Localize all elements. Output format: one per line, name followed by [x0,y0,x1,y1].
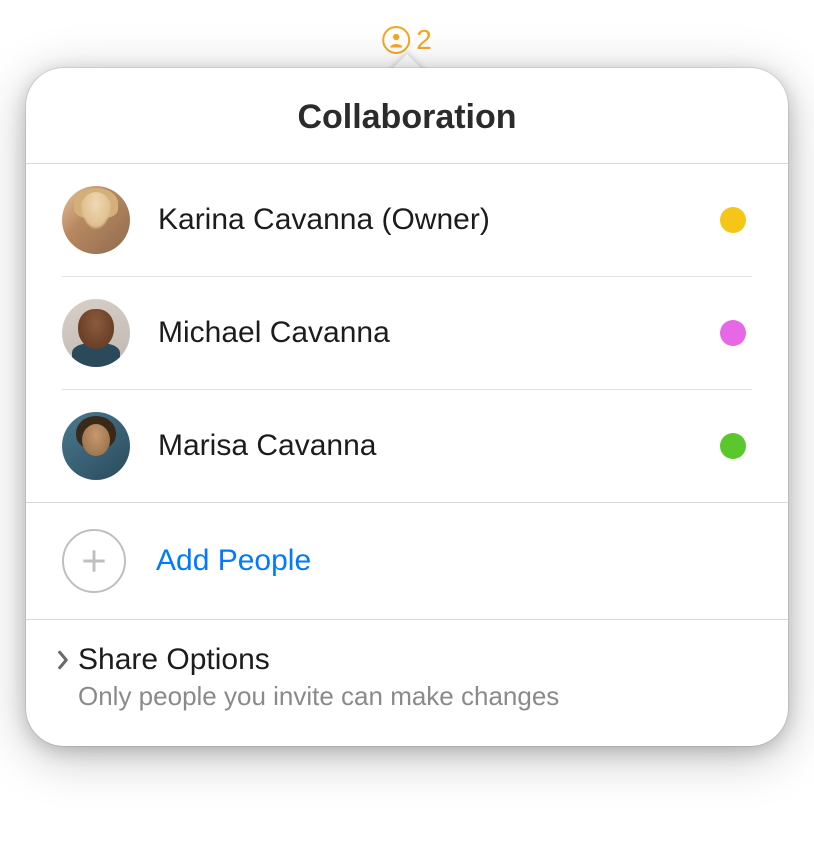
participants-list: Karina Cavanna (Owner) Michael Cavanna M… [26,164,788,502]
add-people-button[interactable]: Add People [26,502,788,620]
avatar [62,299,130,367]
share-options-subtitle: Only people you invite can make changes [78,680,559,714]
person-icon [382,26,410,54]
avatar [62,186,130,254]
share-options-title: Share Options [78,642,559,678]
collaboration-popover: Collaboration Karina Cavanna (Owner) Mic… [26,68,788,746]
presence-dot [720,320,746,346]
share-options-button[interactable]: Share Options Only people you invite can… [26,620,788,746]
participant-name: Karina Cavanna (Owner) [158,203,720,237]
chevron-right-icon [54,649,72,676]
popover-body: Collaboration Karina Cavanna (Owner) Mic… [26,68,788,746]
participant-name: Marisa Cavanna [158,429,720,463]
share-options-text: Share Options Only people you invite can… [78,642,559,714]
avatar [62,412,130,480]
participant-row[interactable]: Marisa Cavanna [62,390,752,502]
participant-row[interactable]: Karina Cavanna (Owner) [62,164,752,277]
presence-dot [720,433,746,459]
plus-icon [62,529,126,593]
presence-dot [720,207,746,233]
add-people-label: Add People [156,544,311,578]
popover-title: Collaboration [26,68,788,164]
participant-name: Michael Cavanna [158,316,720,350]
participant-row[interactable]: Michael Cavanna [62,277,752,390]
